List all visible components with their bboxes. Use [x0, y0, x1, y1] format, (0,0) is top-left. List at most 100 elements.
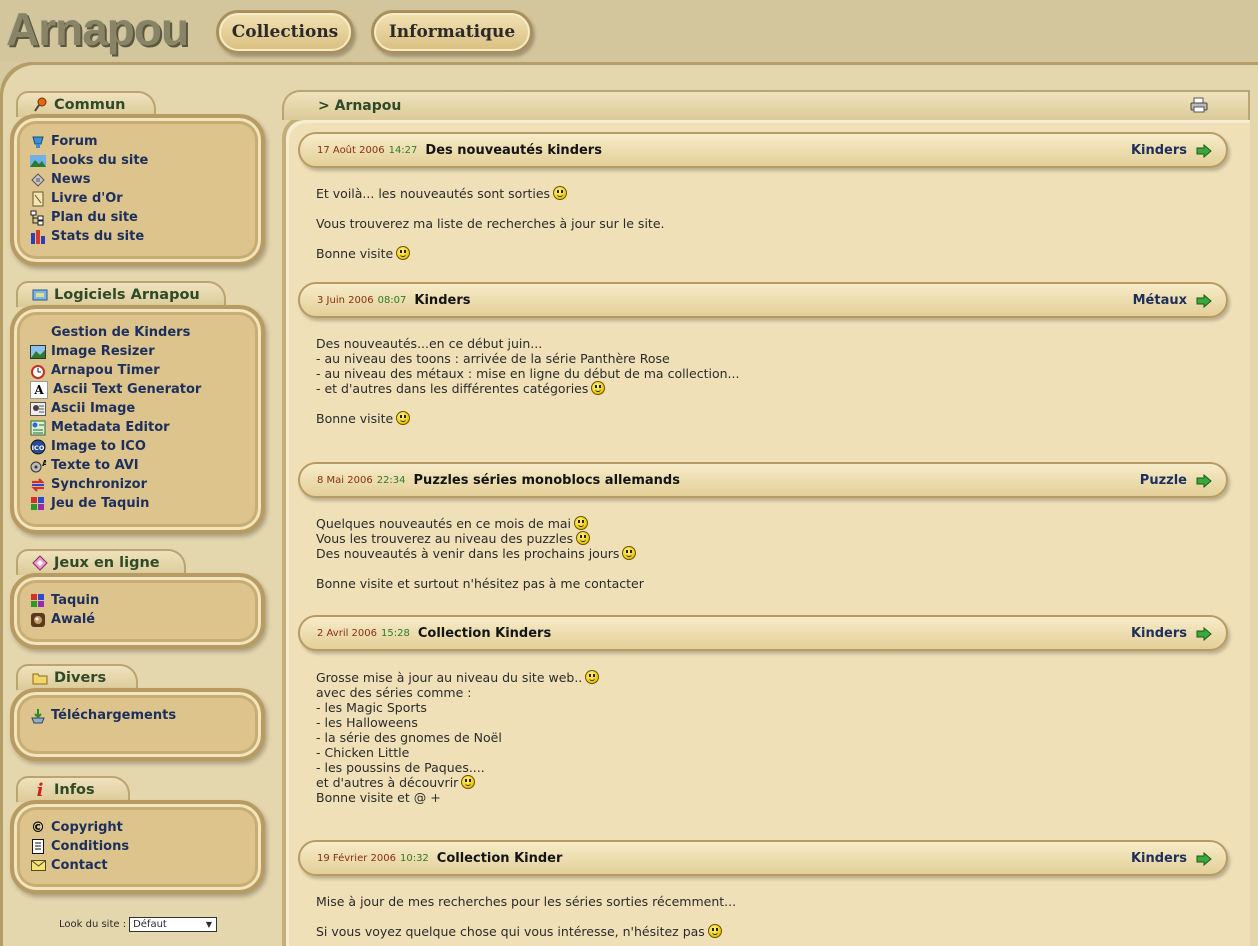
news-line: Bonne visite et surtout n'hésitez pas à …	[316, 576, 1216, 591]
smiley-icon	[591, 381, 606, 395]
news-line-text: Vous trouverez ma liste de recherches à …	[316, 216, 665, 231]
news-line: - les Magic Sports	[316, 700, 1216, 715]
look-selector: Look du site : Défaut ▼	[59, 917, 218, 932]
sidebar-item-taquin[interactable]: Taquin	[30, 591, 261, 610]
sidebar-item-image-resizer[interactable]: Image Resizer	[30, 342, 261, 361]
sidebar-item-conditions[interactable]: Conditions	[30, 837, 261, 856]
news-line-text: - Chicken Little	[316, 745, 410, 760]
news-body: Grosse mise à jour au niveau du site web…	[316, 670, 1216, 805]
news-line-text: - la série des gnomes de Noël	[316, 730, 502, 745]
arrow-right-icon[interactable]	[1196, 293, 1212, 309]
news-date: 3 Juin 2006	[317, 294, 374, 306]
sidebar-item-looks[interactable]: Looks du site	[30, 151, 261, 170]
arrow-right-icon[interactable]	[1196, 626, 1212, 642]
news-category-link[interactable]: Kinders	[1131, 626, 1187, 641]
news-line-text: - les poussins de Paques....	[316, 760, 485, 775]
sidebar-item-awale[interactable]: Awalé	[30, 610, 261, 629]
smiley-icon	[585, 670, 600, 684]
arrow-right-icon[interactable]	[1196, 473, 1212, 489]
section-title-jeux: Jeux en ligne	[54, 555, 160, 571]
news-header: 17 Août 2006 14:27 Des nouveautés kinders K…	[298, 132, 1228, 168]
landscape-icon	[30, 153, 46, 169]
smiley-icon	[396, 411, 411, 425]
breadcrumb-tab: > Arnapou	[282, 90, 1250, 120]
sidebar-item-stats[interactable]: Stats du site	[30, 227, 261, 246]
news-line-text: - au niveau des toons : arrivée de la sé…	[316, 351, 670, 366]
arrow-right-icon[interactable]	[1196, 851, 1212, 867]
smiley-icon	[553, 186, 568, 200]
news-line	[316, 231, 1216, 246]
section-box-infos: © Copyright Conditions Contact	[10, 800, 265, 894]
smiley-icon	[461, 775, 476, 789]
arrow-right-icon[interactable]	[1196, 143, 1212, 159]
sidebar-item-image-to-ico[interactable]: ICO Image to ICO	[30, 437, 261, 456]
sidebar-item-telechargements[interactable]: Téléchargements	[30, 706, 261, 725]
awale-icon	[30, 612, 46, 628]
sidebar-item-metadata-editor[interactable]: Metadata Editor	[30, 418, 261, 437]
sidebar-item-ascii-image[interactable]: Ascii Image	[30, 399, 261, 418]
news-line: Quelques nouveautés en ce mois de mai	[316, 516, 1216, 531]
news-category-link[interactable]: Métaux	[1133, 293, 1187, 308]
sidebar-item-forum[interactable]: Forum	[30, 132, 261, 151]
sidebar-item-jeu-taquin[interactable]: Jeu de Taquin	[30, 494, 261, 513]
section-tab-jeux: Jeux en ligne	[16, 549, 186, 575]
news-title: Collection Kinders	[417, 625, 552, 641]
site-logo[interactable]: Arnapou	[6, 2, 189, 56]
news-category-link[interactable]: Puzzle	[1140, 473, 1187, 488]
sidebar-item-livre-dor[interactable]: Livre d'Or	[30, 189, 261, 208]
news-line-text: Bonne visite	[316, 246, 394, 261]
nav-informatique-button[interactable]: Informatique	[371, 10, 533, 54]
news-title: Collection Kinder	[436, 850, 563, 866]
pin-icon	[32, 97, 48, 113]
news-line-text: Bonne visite et @ +	[316, 790, 441, 805]
news-icon	[30, 172, 46, 188]
news-line-text: Si vous voyez quelque chose qui vous int…	[316, 924, 705, 939]
sidebar-item-texte-to-avi[interactable]: A Texte to AVI	[30, 456, 261, 475]
copyright-icon: ©	[31, 819, 45, 836]
nav-collections-button[interactable]: Collections	[216, 10, 354, 54]
news-line: - Chicken Little	[316, 745, 1216, 760]
news-time: 08:07	[377, 294, 407, 306]
sitemap-icon	[30, 210, 46, 226]
news-line: Des nouveautés à venir dans les prochain…	[316, 546, 1216, 561]
ascii-image-icon	[30, 401, 46, 417]
news-line-text: Bonne visite	[316, 411, 394, 426]
section-box-logiciels: Gestion de Kinders Image Resizer Arnapou…	[10, 305, 265, 534]
news-category-link[interactable]: Kinders	[1131, 143, 1187, 158]
news-title: Des nouveautés kinders	[425, 142, 602, 158]
breadcrumb: > Arnapou	[318, 98, 402, 114]
smiley-icon	[707, 924, 722, 938]
ico-icon: ICO	[30, 439, 46, 455]
folder-icon	[32, 670, 48, 686]
news-time: 10:32	[399, 852, 429, 864]
news-header: 3 Juin 2006 08:07 Kinders Métaux	[298, 282, 1228, 318]
sidebar-item-gestion-kinders[interactable]: Gestion de Kinders	[30, 323, 261, 342]
news-date: 2 Avril 2006	[317, 627, 378, 639]
sidebar-item-news[interactable]: News	[30, 170, 261, 189]
look-select[interactable]: Défaut ▼	[129, 917, 218, 932]
news-date: 8 Mai 2006	[317, 474, 373, 486]
sidebar-item-contact[interactable]: Contact	[30, 856, 261, 875]
news-line: Grosse mise à jour au niveau du site web…	[316, 670, 1216, 685]
news-line-text: Quelques nouveautés en ce mois de mai	[316, 516, 572, 531]
sidebar-item-synchronizor[interactable]: Synchronizor	[30, 475, 261, 494]
image-icon	[30, 344, 46, 360]
news-title: Puzzles séries monoblocs allemands	[413, 472, 680, 488]
news-body: Des nouveautés...en ce début juin... - au…	[316, 336, 1216, 426]
puzzle-icon	[30, 593, 46, 609]
section-box-jeux: Taquin Awalé	[10, 573, 265, 649]
sidebar-item-plan[interactable]: Plan du site	[30, 208, 261, 227]
news-line: - les poussins de Paques....	[316, 760, 1216, 775]
sidebar-item-ascii-text[interactable]: A Ascii Text Generator	[30, 380, 261, 399]
news-line-text: Et voilà... les nouveautés sont sorties	[316, 186, 551, 201]
print-icon[interactable]	[1190, 97, 1208, 113]
sidebar-item-copyright[interactable]: © Copyright	[30, 818, 261, 837]
blank-icon	[30, 325, 46, 341]
news-line	[316, 201, 1216, 216]
news-line: Des nouveautés...en ce début juin...	[316, 336, 1216, 351]
sidebar-item-arnapou-timer[interactable]: Arnapou Timer	[30, 361, 261, 380]
news-category-link[interactable]: Kinders	[1131, 851, 1187, 866]
news-line-text: - les Magic Sports	[316, 700, 427, 715]
news-line: Si vous voyez quelque chose qui vous int…	[316, 924, 1216, 939]
news-line: Bonne visite	[316, 246, 1216, 261]
